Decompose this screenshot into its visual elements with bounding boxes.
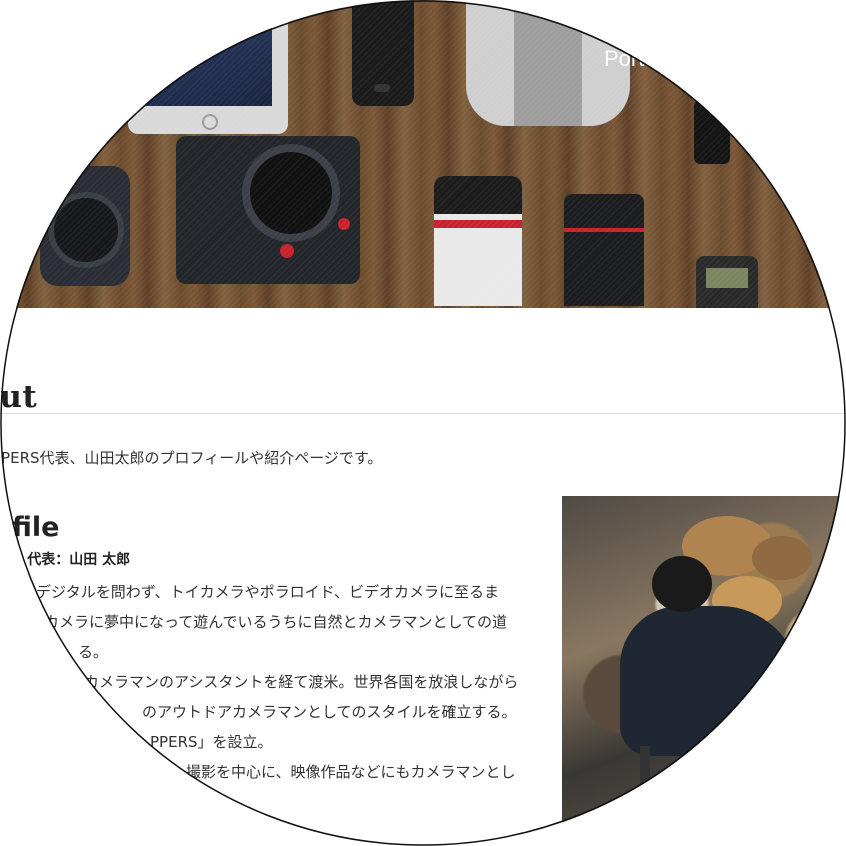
screenshot-stage: Portf bout PPERS代表、山田太郎のプロフィールや紹介ページです。 …: [0, 0, 846, 846]
bio-line: カメラに夢中になって遊んでいるうちに自然とカメラマンとしての道: [44, 613, 508, 631]
profile-photo: [562, 496, 846, 846]
title-divider: [0, 413, 846, 414]
bio-line: のアウトドアカメラマンとしてのスタイルを確立する。: [142, 703, 517, 721]
drone-photo-element: [466, 0, 630, 126]
page-title: bout: [0, 378, 38, 415]
camera-photo-element: [40, 166, 130, 286]
bio-line: カメラマンのアシスタントを経て渡米。世界各国を放浪しながら: [84, 673, 519, 691]
hero-image: Portf: [0, 0, 846, 308]
strap-photo-element: [694, 100, 730, 164]
white-lens-photo-element: [434, 176, 522, 306]
cinema-camera-photo-element: [176, 136, 360, 284]
page-viewport: Portf bout PPERS代表、山田太郎のプロフィールや紹介ページです。 …: [0, 0, 846, 846]
page-intro: PPERS代表、山田太郎のプロフィールや紹介ページです。: [0, 449, 383, 467]
nav-link-portfolio[interactable]: Portf: [604, 46, 650, 72]
bio-line: る。: [78, 643, 109, 661]
black-lens-photo-element: [564, 194, 644, 306]
bio-line: デジタルを問わず、トイカメラやポラロイド、ビデオカメラに至るま: [36, 583, 500, 601]
light-meter-photo-element: [696, 256, 758, 308]
profile-heading: rofile: [0, 512, 60, 544]
tablet-photo-element: [128, 0, 288, 134]
bio-line: 撮影を中心に、映像作品などにもカメラマンとし: [186, 763, 516, 781]
phone-photo-element: [352, 0, 414, 106]
bio-line: PPERS」を設立。: [150, 733, 273, 751]
profile-name-line: ERS 代表：山田 太郎: [0, 552, 131, 568]
